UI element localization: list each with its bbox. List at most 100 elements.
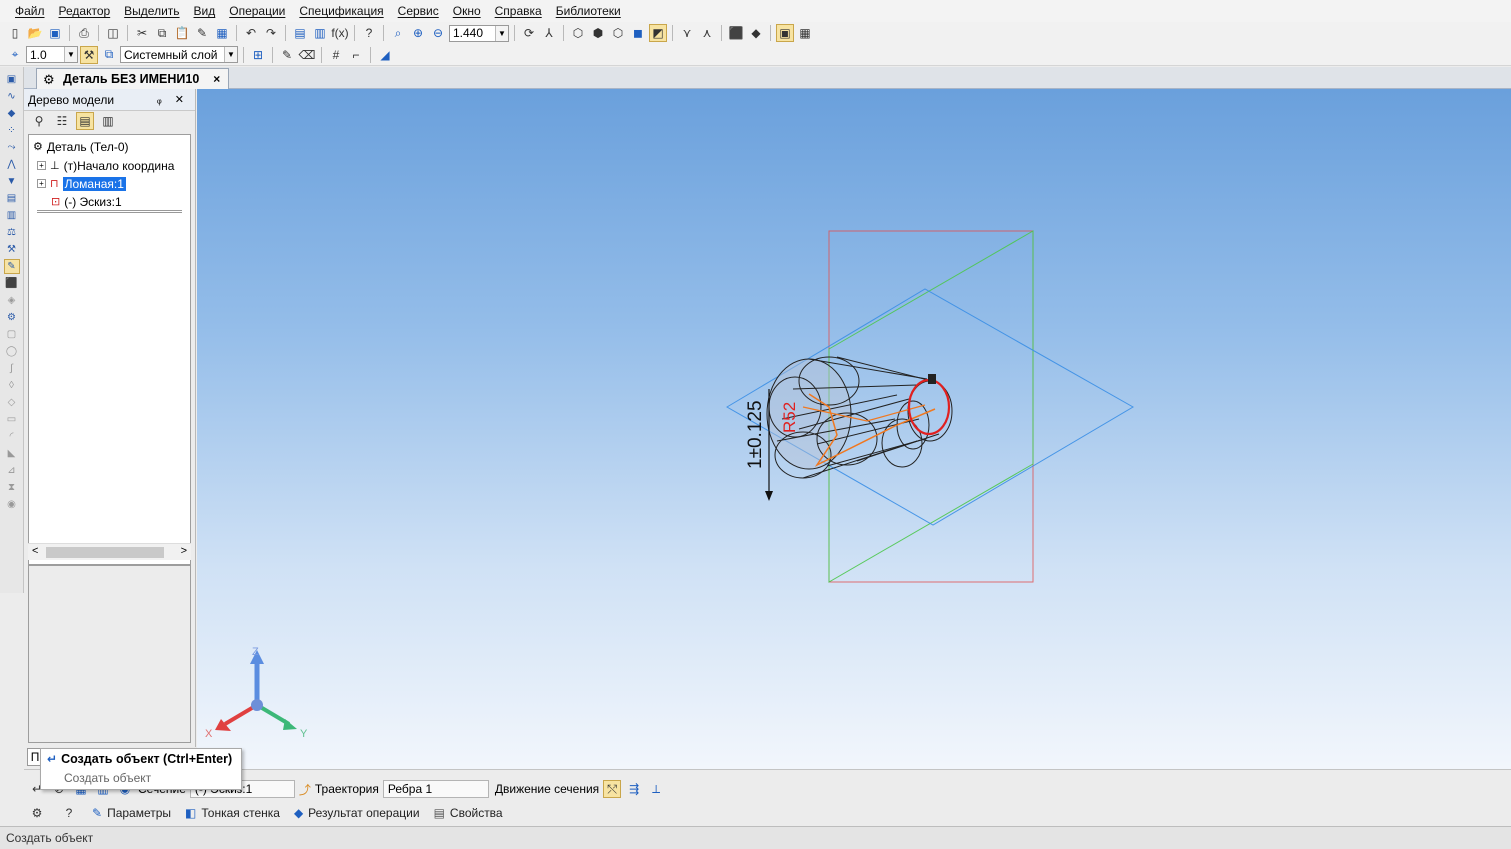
loft-icon[interactable]: ◊	[4, 378, 20, 393]
filter-icon[interactable]: ▼	[4, 174, 20, 189]
settings-icon[interactable]: ⚙	[28, 804, 46, 822]
open-file-icon[interactable]: 📂	[26, 24, 44, 42]
help-pointer-icon[interactable]: ?	[360, 24, 378, 42]
close-icon[interactable]: ×	[213, 72, 220, 86]
tree-node-sketch[interactable]: ⊡ (-) Эскиз:1	[51, 193, 122, 210]
grid-icon[interactable]: #	[327, 46, 345, 64]
motion-keep-angle-icon[interactable]: ⤲	[603, 780, 622, 798]
snap-icon[interactable]: ⌖	[6, 46, 24, 64]
rotate-op-icon[interactable]: ◯	[4, 344, 20, 359]
assembly-icon[interactable]: ⬛	[727, 24, 745, 42]
properties-icon[interactable]: ▦	[213, 24, 231, 42]
library-icon[interactable]: ▥	[311, 24, 329, 42]
filter-icon[interactable]: ⋏	[698, 24, 716, 42]
tree-header-buttons[interactable]: ᵩ ✕	[157, 93, 189, 106]
kinematic-icon[interactable]: ∫	[4, 361, 20, 376]
sheet-icon[interactable]: ▥	[4, 208, 20, 223]
scroll-left-icon[interactable]: <	[32, 545, 38, 557]
tab-properties[interactable]: ▤ Свойства	[434, 806, 503, 820]
dimension-icon[interactable]: ⋀	[4, 157, 20, 172]
color-icon[interactable]: ◢	[376, 46, 394, 64]
shell-icon[interactable]: ▭	[4, 412, 20, 427]
hidden-lines-icon[interactable]: ⬢	[589, 24, 607, 42]
pencil-icon[interactable]: ✎	[278, 46, 296, 64]
expand-icon[interactable]: +	[37, 179, 46, 188]
perspective-icon[interactable]: ⋎	[678, 24, 696, 42]
plane-zx[interactable]	[828, 230, 1034, 583]
grid-toggle-icon[interactable]: ▦	[796, 24, 814, 42]
thin-hidden-icon[interactable]: ⬡	[609, 24, 627, 42]
line-width-combo[interactable]: 1.0 ▼	[26, 46, 78, 63]
dimension-label[interactable]: 1±0.125	[745, 400, 766, 469]
points-icon[interactable]: ◆	[4, 106, 20, 121]
solid-icon[interactable]: ⬛	[4, 276, 20, 291]
redo-icon[interactable]: ↷	[262, 24, 280, 42]
scroll-right-icon[interactable]: >	[181, 545, 187, 557]
tree-node-part[interactable]: ⚙ Деталь (Тел-0)	[33, 138, 129, 155]
cut-extrude-icon[interactable]: ◇	[4, 395, 20, 410]
zoom-window-icon[interactable]: ⌕	[389, 24, 407, 42]
layer-combo[interactable]: Системный слой ▼	[120, 46, 238, 63]
tree-list-icon[interactable]: ▥	[99, 112, 117, 130]
chevron-down-icon[interactable]: ▼	[495, 25, 508, 41]
rotate-icon[interactable]: ⟳	[520, 24, 538, 42]
tree-view-icon[interactable]: ☷	[53, 112, 71, 130]
chevron-down-icon[interactable]: ▼	[224, 47, 237, 62]
hole-icon[interactable]: ◉	[4, 497, 20, 512]
zoom-combo[interactable]: 1.440 ▼	[449, 24, 509, 42]
tree-node-origin[interactable]: + ⊥ (т)Начало координа	[37, 157, 174, 174]
tab-thin-wall[interactable]: ◧ Тонкая стенка	[185, 806, 280, 820]
geometry-panel-icon[interactable]: ▣	[4, 72, 20, 87]
variables-icon[interactable]: f(x)	[331, 24, 349, 42]
zoom-out-icon[interactable]: ⊖	[429, 24, 447, 42]
style-icon[interactable]: ⚒	[80, 45, 98, 64]
layers-icon[interactable]: ⧉	[100, 46, 118, 64]
ortho-icon[interactable]: ⌐	[347, 46, 365, 64]
halftone-edges-icon[interactable]: ◩	[649, 24, 667, 42]
menu-select[interactable]: Выделить	[117, 4, 186, 18]
fillet-icon[interactable]: ◜	[4, 429, 20, 444]
chevron-down-icon[interactable]: ▼	[64, 47, 77, 62]
tab-parameters[interactable]: ✎ Параметры	[92, 806, 171, 820]
menu-view[interactable]: Вид	[187, 4, 223, 18]
menu-help[interactable]: Справка	[488, 4, 549, 18]
chamfer-icon[interactable]: ◣	[4, 446, 20, 461]
eraser-icon[interactable]: ⌫	[298, 46, 316, 64]
menu-specification[interactable]: Спецификация	[292, 4, 390, 18]
manager-icon[interactable]: ▤	[291, 24, 309, 42]
preview-icon[interactable]: ◫	[104, 24, 122, 42]
motion-parallel-icon[interactable]: ⇶	[625, 780, 643, 798]
motion-orthogonal-icon[interactable]: ⟂	[647, 780, 665, 798]
menu-window[interactable]: Окно	[446, 4, 488, 18]
mirror-icon[interactable]: ⧗	[4, 480, 20, 495]
document-icon[interactable]: ▤	[4, 191, 20, 206]
measure-icon[interactable]: ⚖	[4, 225, 20, 240]
menu-operations[interactable]: Операции	[222, 4, 292, 18]
menu-file[interactable]: Файл	[8, 4, 52, 18]
undo-icon[interactable]: ↶	[242, 24, 260, 42]
spline-icon[interactable]: ⤳	[4, 140, 20, 155]
edit-details-icon[interactable]: ✎	[3, 259, 20, 274]
format-painter-icon[interactable]: ✎	[193, 24, 211, 42]
expand-icon[interactable]: +	[37, 161, 46, 170]
halftone-icon[interactable]: ◼	[629, 24, 647, 42]
array-icon[interactable]: ⁘	[4, 123, 20, 138]
zoom-in-icon[interactable]: ⊕	[409, 24, 427, 42]
wireframe-icon[interactable]: ⬡	[569, 24, 587, 42]
trajectory-toggle[interactable]: ⤴ Траектория	[299, 781, 379, 798]
menu-editor[interactable]: Редактор	[52, 4, 118, 18]
cut-icon[interactable]: ✂	[133, 24, 151, 42]
trajectory-field[interactable]: Ребра 1	[382, 780, 489, 798]
print-icon[interactable]: ⎙	[75, 24, 93, 42]
copy-icon[interactable]: ⧉	[153, 24, 171, 42]
help-icon[interactable]: ?	[60, 804, 78, 822]
save-icon[interactable]: ▣	[46, 24, 64, 42]
dimension-label-red[interactable]: R52	[780, 402, 799, 433]
plane-yz[interactable]	[828, 230, 1034, 583]
assembly-icon[interactable]: ⚙	[4, 310, 20, 325]
orient-icon[interactable]: ⅄	[540, 24, 558, 42]
extrude-icon[interactable]: ▢	[4, 327, 20, 342]
menu-libraries[interactable]: Библиотеки	[549, 4, 628, 18]
tab-operation-result[interactable]: ◆ Результат операции	[294, 806, 420, 820]
scroll-thumb[interactable]	[46, 547, 164, 558]
